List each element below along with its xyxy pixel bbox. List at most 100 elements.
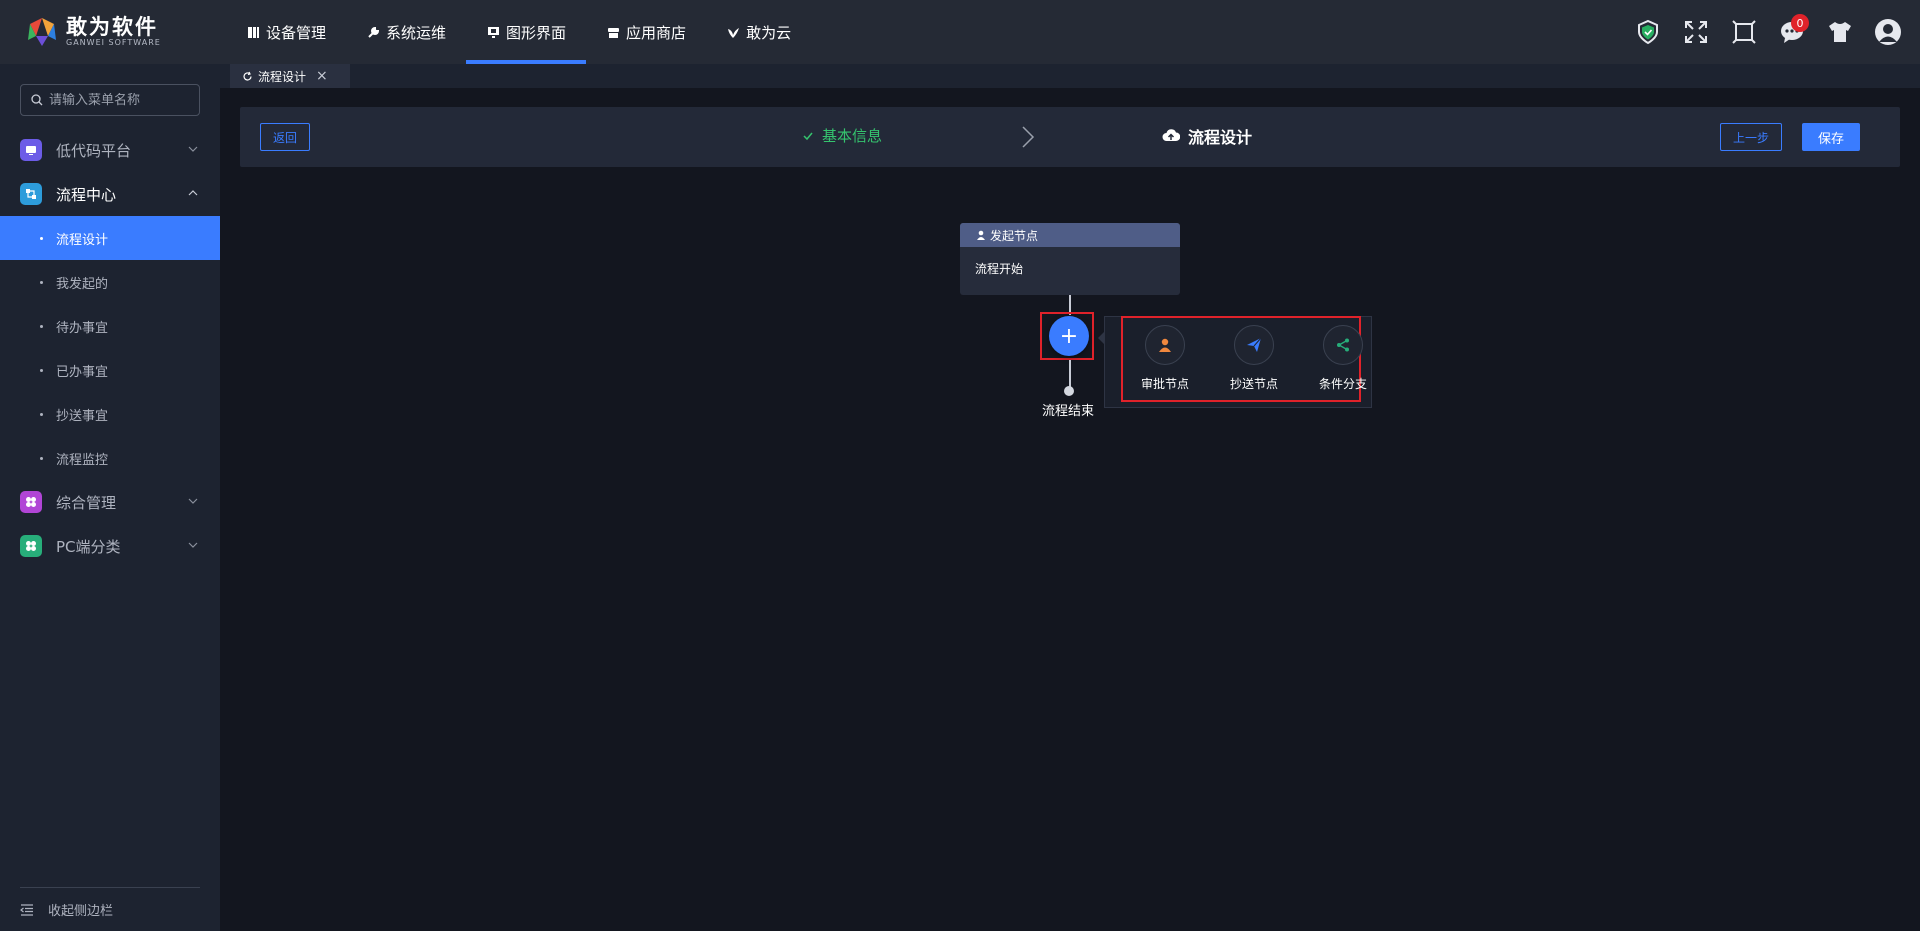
- shirt-icon: [1829, 22, 1851, 42]
- chevron-right-icon: [1022, 126, 1035, 148]
- user-icon: [977, 230, 985, 240]
- add-node-highlight: +: [1040, 312, 1094, 360]
- chevron-down-icon: [188, 542, 198, 548]
- sidebar-item-initiated[interactable]: 我发起的: [0, 260, 220, 304]
- refresh-icon[interactable]: [242, 71, 253, 82]
- sidebar-menu: 低代码平台 流程中心 流程设计 我发起的 待办事宜 已办事宜 抄送事宜 流程监控…: [0, 128, 220, 568]
- header-actions: 0: [1624, 0, 1912, 64]
- store-icon: [606, 25, 620, 39]
- sidebar-group-flow-center[interactable]: 流程中心: [0, 172, 220, 216]
- cc-icon-circle: [1234, 325, 1274, 365]
- menu-search-input[interactable]: [49, 92, 189, 108]
- nav-app-store[interactable]: 应用商店: [586, 0, 706, 64]
- sidebar-item-label: 流程监控: [56, 452, 109, 468]
- sidebar-item-label: 已办事宜: [56, 364, 109, 380]
- sidebar-item-todo[interactable]: 待办事宜: [0, 304, 220, 348]
- theme-button[interactable]: [1816, 0, 1864, 64]
- top-bar: 敢为软件 GANWEI SOFTWARE 设备管理 系统运维 图形界面 应用商店…: [0, 0, 1920, 64]
- nav-label: 敢为云: [746, 23, 792, 42]
- page-tabs-bar: 流程设计 ×: [220, 64, 1920, 88]
- option-label: 抄送节点: [1229, 377, 1278, 391]
- option-approval-node[interactable]: 审批节点: [1121, 325, 1209, 392]
- clover-icon: [20, 491, 42, 513]
- sidebar-item-done[interactable]: 已办事宜: [0, 348, 220, 392]
- add-node-popover: 审批节点 抄送节点 条件分支: [1098, 316, 1372, 408]
- logo-text-en: GANWEI SOFTWARE: [66, 38, 161, 47]
- sidebar-group-label: 综合管理: [56, 493, 117, 512]
- close-icon[interactable]: ×: [316, 68, 328, 84]
- nav-device-management[interactable]: 设备管理: [226, 0, 346, 64]
- sidebar-group-general-management[interactable]: 综合管理: [0, 480, 220, 524]
- tab-label: 流程设计: [258, 69, 307, 84]
- previous-step-button[interactable]: 上一步: [1720, 123, 1783, 151]
- nav-label: 设备管理: [266, 23, 327, 42]
- approval-icon-circle: [1145, 325, 1185, 365]
- step-basic-info[interactable]: 基本信息: [802, 125, 882, 146]
- start-node[interactable]: 发起节点 流程开始: [960, 223, 1180, 295]
- sidebar-item-flow-design[interactable]: 流程设计: [0, 216, 220, 260]
- user-icon: [1159, 338, 1171, 352]
- sidebar-group-label: 低代码平台: [56, 141, 132, 160]
- step-flow-design[interactable]: 流程设计: [1162, 124, 1252, 148]
- sidebar-group-label: 流程中心: [56, 185, 117, 204]
- end-node-dot: [1064, 386, 1074, 396]
- paper-plane-icon: [1247, 337, 1262, 352]
- flow-center-icon: [20, 183, 42, 205]
- flow-connector: [1069, 360, 1071, 388]
- cloud-upload-icon: [1162, 129, 1180, 141]
- sidebar-item-label: 待办事宜: [56, 320, 109, 336]
- clover-icon: [20, 535, 42, 557]
- nav-label: 图形界面: [506, 23, 567, 42]
- step-flow-design-label: 流程设计: [1188, 128, 1253, 147]
- start-node-body: 流程开始: [975, 262, 1024, 276]
- nav-label: 系统运维: [386, 23, 447, 42]
- monitor-icon: [486, 25, 500, 39]
- bird-icon: [726, 25, 740, 39]
- option-label: 审批节点: [1140, 377, 1189, 391]
- sidebar-item-label: 流程设计: [56, 232, 109, 248]
- sidebar-item-label: 抄送事宜: [56, 408, 109, 424]
- branch-icon-circle: [1323, 325, 1363, 365]
- option-cc-node[interactable]: 抄送节点: [1210, 325, 1298, 392]
- nav-ganwei-cloud[interactable]: 敢为云: [706, 0, 811, 64]
- avatar-icon: [1875, 19, 1901, 45]
- add-node-button[interactable]: +: [1049, 316, 1089, 356]
- tab-flow-design[interactable]: 流程设计 ×: [230, 64, 350, 88]
- sidebar-item-cc[interactable]: 抄送事宜: [0, 392, 220, 436]
- user-avatar-button[interactable]: [1864, 0, 1912, 64]
- sidebar-group-label: PC端分类: [56, 537, 121, 556]
- chevron-down-icon: [188, 146, 198, 152]
- collapse-sidebar-button[interactable]: 收起侧边栏: [20, 887, 200, 931]
- sidebar: 低代码平台 流程中心 流程设计 我发起的 待办事宜 已办事宜 抄送事宜 流程监控…: [0, 64, 220, 931]
- collapse-sidebar-label: 收起侧边栏: [48, 904, 114, 919]
- sidebar-group-pc-category[interactable]: PC端分类: [0, 524, 220, 568]
- expand-icon: [1685, 21, 1707, 43]
- logo[interactable]: 敢为软件 GANWEI SOFTWARE: [24, 14, 161, 50]
- save-button[interactable]: 保存: [1802, 123, 1861, 151]
- nav-label: 应用商店: [626, 23, 687, 42]
- share-icon: [1337, 338, 1349, 352]
- start-node-header: 发起节点: [960, 223, 1180, 247]
- search-icon: [31, 94, 43, 106]
- sidebar-group-lowcode[interactable]: 低代码平台: [0, 128, 220, 172]
- sidebar-item-monitor[interactable]: 流程监控: [0, 436, 220, 480]
- shield-icon: [1638, 19, 1658, 45]
- messages-button[interactable]: 0: [1768, 0, 1816, 64]
- steps-bar: 返回 基本信息 流程设计 上一步 保存: [240, 107, 1900, 167]
- nav-system-ops[interactable]: 系统运维: [346, 0, 466, 64]
- option-condition-branch[interactable]: 条件分支: [1299, 325, 1387, 392]
- message-count-badge: 0: [1791, 14, 1809, 32]
- step-basic-info-label: 基本信息: [822, 127, 883, 145]
- security-button[interactable]: [1624, 0, 1672, 64]
- end-node-label: 流程结束: [1042, 404, 1095, 419]
- logo-icon: [28, 18, 56, 46]
- fullscreen-button[interactable]: [1672, 0, 1720, 64]
- menu-search: [20, 84, 200, 116]
- back-button[interactable]: 返回: [260, 123, 311, 151]
- frame-icon: [1732, 20, 1756, 44]
- chevron-down-icon: [188, 498, 198, 504]
- screen-frame-button[interactable]: [1720, 0, 1768, 64]
- lowcode-icon: [20, 139, 42, 161]
- nav-graphic-ui[interactable]: 图形界面: [466, 0, 587, 64]
- top-nav: 设备管理 系统运维 图形界面 应用商店 敢为云: [226, 0, 811, 64]
